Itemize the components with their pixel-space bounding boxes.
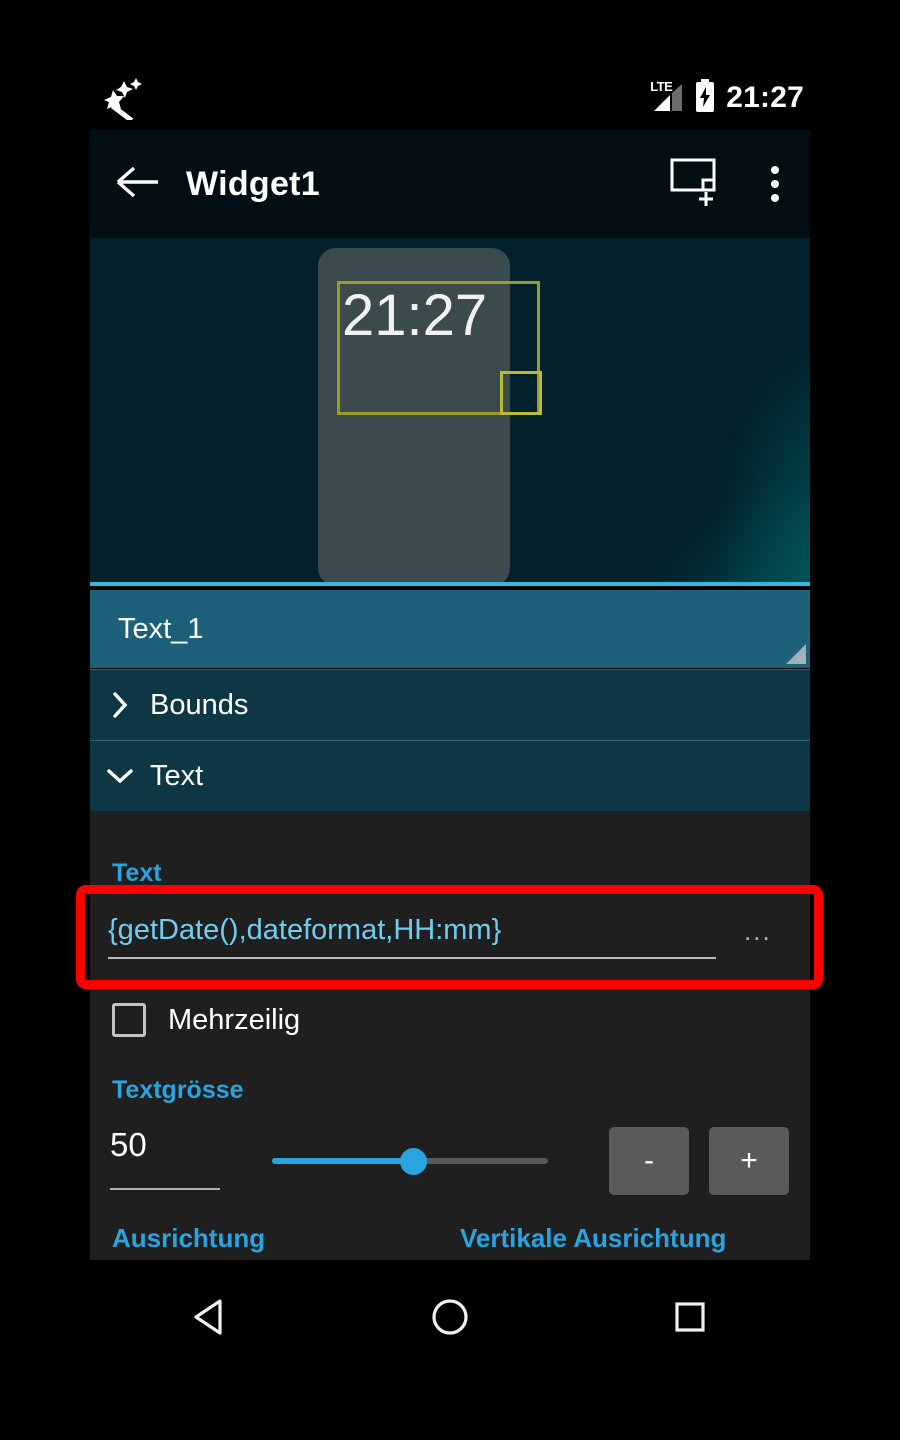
widget-preview-area[interactable]: 21:27 <box>90 238 810 586</box>
nav-recents-button[interactable] <box>570 1260 810 1378</box>
overflow-menu-button[interactable] <box>740 130 810 238</box>
section-header-bounds[interactable]: Bounds <box>90 669 810 740</box>
nav-back-button[interactable] <box>90 1260 330 1378</box>
nav-home-circle-icon <box>429 1296 471 1343</box>
section-header-text[interactable]: Text <box>90 740 810 811</box>
nav-home-button[interactable] <box>330 1260 570 1378</box>
text-settings-panel: Text {getDate(),dateformat,HH:mm} ... Me… <box>90 811 810 1260</box>
chevron-down-icon <box>90 766 150 786</box>
lte-signal-icon: LTE <box>650 80 684 115</box>
section-label-text: Text <box>150 759 204 792</box>
slider-fill <box>272 1158 413 1164</box>
chevron-right-icon <box>90 690 150 720</box>
phone-screen: LTE 21:27 Widget1 21:27 Text_1 Bounds Te… <box>0 0 900 1440</box>
back-button[interactable] <box>90 130 186 238</box>
battery-charging-icon <box>694 78 716 118</box>
multiline-checkbox[interactable] <box>112 1003 146 1037</box>
alignment-label: Ausrichtung <box>112 1223 266 1253</box>
section-label-bounds: Bounds <box>150 688 249 721</box>
more-vertical-icon-dot3 <box>771 194 779 202</box>
text-more-button[interactable]: ... <box>744 911 772 951</box>
page-title: Widget1 <box>186 164 321 203</box>
more-vertical-icon <box>771 166 779 174</box>
add-widget-icon <box>670 156 728 213</box>
resize-handle[interactable] <box>500 371 542 415</box>
status-clock: 21:27 <box>726 81 804 114</box>
text-size-value[interactable]: 50 <box>110 1126 220 1190</box>
status-indicators: LTE 21:27 <box>650 66 804 130</box>
preview-divider <box>90 582 810 586</box>
arrow-left-icon <box>116 165 160 204</box>
nav-back-triangle-icon <box>190 1296 230 1343</box>
add-widget-button[interactable] <box>658 130 740 238</box>
text-size-slider[interactable] <box>272 1148 548 1175</box>
app-bar: Widget1 <box>90 130 810 238</box>
text-value-field[interactable]: {getDate(),dateformat,HH:mm} <box>108 911 716 959</box>
nav-recents-square-icon <box>670 1297 710 1342</box>
android-nav-bar <box>90 1260 810 1378</box>
slider-thumb[interactable] <box>400 1148 427 1175</box>
text-field-label: Text <box>112 859 162 887</box>
more-vertical-icon-dot2 <box>771 180 779 188</box>
text-size-decrement-button[interactable]: - <box>609 1127 689 1195</box>
spinner-triangle-icon <box>786 644 806 664</box>
layer-spinner[interactable]: Text_1 <box>90 590 810 668</box>
text-size-row: 50 - + <box>90 1116 810 1206</box>
text-size-label: Textgrösse <box>112 1076 244 1104</box>
status-bar: LTE 21:27 <box>90 66 810 130</box>
multiline-checkbox-row[interactable]: Mehrzeilig <box>112 1003 300 1037</box>
text-field-row: {getDate(),dateformat,HH:mm} ... <box>108 911 798 973</box>
multiline-label: Mehrzeilig <box>168 1003 301 1036</box>
magic-wand-icon <box>98 78 144 123</box>
layer-spinner-label: Text_1 <box>118 612 204 645</box>
vertical-alignment-label: Vertikale Ausrichtung <box>460 1223 727 1253</box>
text-size-increment-button[interactable]: + <box>709 1127 789 1195</box>
